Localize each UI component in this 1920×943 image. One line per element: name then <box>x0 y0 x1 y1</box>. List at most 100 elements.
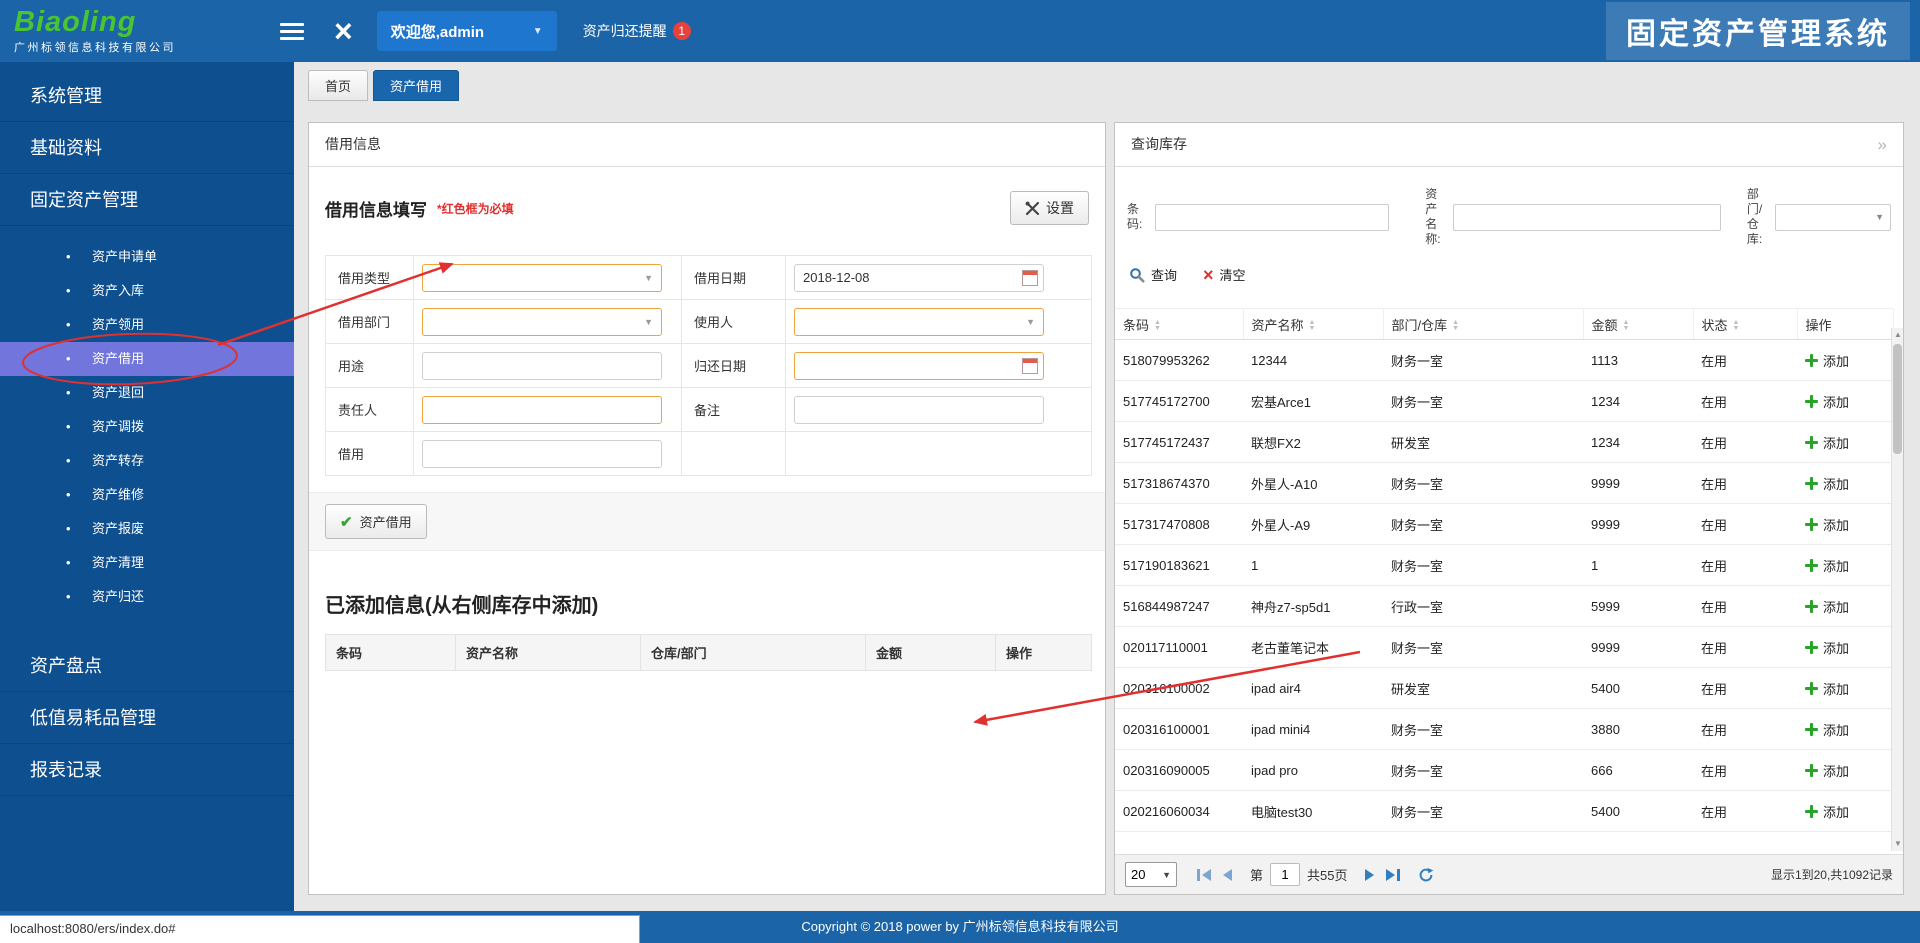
dept-search-select[interactable]: ▼ <box>1775 204 1891 231</box>
sidebar-section[interactable]: 系统管理 <box>0 70 294 122</box>
inventory-cell: 在用 <box>1693 750 1797 791</box>
sidebar-item[interactable]: •资产报废 <box>0 512 294 546</box>
added-column-header[interactable]: 条码 <box>326 635 456 671</box>
user-select[interactable]: ▼ <box>794 308 1044 336</box>
refresh-button[interactable] <box>1418 867 1434 883</box>
current-page-input[interactable] <box>1270 863 1300 886</box>
sort-icon[interactable]: ▲▼ <box>1623 320 1630 332</box>
add-button[interactable]: 添加 <box>1805 351 1849 370</box>
add-button[interactable]: 添加 <box>1805 556 1849 575</box>
inventory-cell: 020316100001 <box>1115 709 1243 750</box>
inventory-column-header[interactable]: 条码▲▼ <box>1115 309 1243 340</box>
scroll-down-icon[interactable]: ▼ <box>1892 837 1904 851</box>
added-column-header[interactable]: 金额 <box>866 635 996 671</box>
menu-toggle-icon[interactable] <box>280 19 304 44</box>
add-button[interactable]: 添加 <box>1805 679 1849 698</box>
sort-icon[interactable]: ▲▼ <box>1452 320 1459 332</box>
sort-icon[interactable]: ▲▼ <box>1733 320 1740 332</box>
page-prefix-label: 第 <box>1250 865 1263 884</box>
query-button[interactable]: 查询 <box>1129 265 1177 284</box>
borrow-type-select[interactable]: ▼ <box>422 264 662 292</box>
inventory-action-cell: 添加 <box>1797 504 1893 545</box>
remark-input[interactable] <box>794 396 1044 424</box>
sidebar-item[interactable]: •资产借用 <box>0 342 294 376</box>
asset-name-search-input[interactable] <box>1453 204 1721 231</box>
scroll-up-icon[interactable]: ▲ <box>1892 328 1904 342</box>
purpose-input[interactable] <box>422 352 662 380</box>
scrollbar-thumb[interactable] <box>1893 344 1902 454</box>
tab-home[interactable]: 首页 <box>308 70 368 101</box>
page-size-select[interactable]: 20 ▼ <box>1125 862 1177 887</box>
add-button[interactable]: 添加 <box>1805 474 1849 493</box>
add-button[interactable]: 添加 <box>1805 597 1849 616</box>
borrow-date-label: 借用日期 <box>682 256 786 300</box>
sidebar-item[interactable]: •资产维修 <box>0 478 294 512</box>
last-page-button[interactable] <box>1386 869 1400 881</box>
sidebar-item[interactable]: •资产申请单 <box>0 240 294 274</box>
settings-button[interactable]: 设置 <box>1010 191 1089 225</box>
inventory-column-header[interactable]: 部门/仓库▲▼ <box>1383 309 1583 340</box>
sidebar-item[interactable]: •资产归还 <box>0 580 294 614</box>
add-button[interactable]: 添加 <box>1805 638 1849 657</box>
add-button[interactable]: 添加 <box>1805 761 1849 780</box>
table-scrollbar[interactable]: ▲ ▼ <box>1891 328 1903 851</box>
add-button[interactable]: 添加 <box>1805 802 1849 821</box>
add-button[interactable]: 添加 <box>1805 515 1849 534</box>
inventory-cell: 020216060034 <box>1115 791 1243 832</box>
sidebar-item[interactable]: •资产领用 <box>0 308 294 342</box>
sort-icon[interactable]: ▲▼ <box>1309 320 1316 332</box>
tab-asset-borrow[interactable]: 资产借用 <box>373 70 459 101</box>
inventory-column-header[interactable]: 操作 <box>1797 309 1893 340</box>
add-button[interactable]: 添加 <box>1805 433 1849 452</box>
added-column-header[interactable]: 操作 <box>996 635 1092 671</box>
calendar-icon[interactable] <box>1022 270 1038 286</box>
inventory-cell: 518079953262 <box>1115 340 1243 381</box>
query-label: 查询 <box>1151 265 1177 284</box>
company-logo[interactable]: Biaoling 广州标领信息科技有限公司 <box>14 7 264 55</box>
clear-button[interactable]: × 清空 <box>1203 265 1246 284</box>
add-button[interactable]: 添加 <box>1805 720 1849 739</box>
sidebar-item-label: 资产盘点 <box>30 656 102 676</box>
sidebar-item[interactable]: •资产退回 <box>0 376 294 410</box>
calendar-icon[interactable] <box>1022 358 1038 374</box>
inventory-column-header[interactable]: 金额▲▼ <box>1583 309 1693 340</box>
next-page-button[interactable] <box>1365 869 1374 881</box>
borrow-input[interactable] <box>422 440 662 468</box>
asset-borrow-submit-button[interactable]: ✔ 资产借用 <box>325 504 427 539</box>
added-info-title: 已添加信息(从右侧库存中添加) <box>325 589 1089 618</box>
close-icon[interactable]: × <box>334 16 353 46</box>
sidebar-section[interactable]: 报表记录 <box>0 744 294 796</box>
barcode-search-input[interactable] <box>1155 204 1390 231</box>
sidebar-item[interactable]: •资产清理 <box>0 546 294 580</box>
check-icon: ✔ <box>340 513 353 531</box>
borrow-dept-select[interactable]: ▼ <box>422 308 662 336</box>
borrow-dept-label: 借用部门 <box>326 300 414 344</box>
inventory-cell: 财务一室 <box>1383 750 1583 791</box>
sidebar-section[interactable]: 低值易耗品管理 <box>0 692 294 744</box>
responsible-input[interactable] <box>422 396 662 424</box>
prev-page-button[interactable] <box>1223 869 1232 881</box>
sidebar-section[interactable]: 资产盘点 <box>0 640 294 692</box>
sidebar-section[interactable]: 基础资料 <box>0 122 294 174</box>
sidebar-item[interactable]: •资产入库 <box>0 274 294 308</box>
sort-icon[interactable]: ▲▼ <box>1154 320 1161 332</box>
sidebar-item[interactable]: •资产调拨 <box>0 410 294 444</box>
borrow-label: 借用 <box>326 432 414 476</box>
bullet-icon: • <box>66 546 71 580</box>
sidebar-item[interactable]: •资产转存 <box>0 444 294 478</box>
add-button[interactable]: 添加 <box>1805 392 1849 411</box>
return-reminder-link[interactable]: 资产归还提醒 1 <box>583 21 691 41</box>
added-column-header[interactable]: 仓库/部门 <box>641 635 866 671</box>
inventory-column-header[interactable]: 状态▲▼ <box>1693 309 1797 340</box>
inventory-cell: 老古董笔记本 <box>1243 627 1383 668</box>
user-menu-button[interactable]: 欢迎您,admin ▼ <box>377 11 557 51</box>
borrow-date-input[interactable] <box>794 264 1044 292</box>
bullet-icon: • <box>66 444 71 478</box>
first-page-button[interactable] <box>1197 869 1211 881</box>
return-date-input[interactable] <box>794 352 1044 380</box>
added-column-header[interactable]: 资产名称 <box>456 635 641 671</box>
collapse-panel-icon[interactable]: » <box>1878 123 1887 166</box>
inventory-panel: 查询库存 » 条码: 资产名称: 部门/仓库: ▼ 查询 × 清空 <box>1114 122 1904 895</box>
sidebar-section[interactable]: 固定资产管理 <box>0 174 294 226</box>
inventory-column-header[interactable]: 资产名称▲▼ <box>1243 309 1383 340</box>
